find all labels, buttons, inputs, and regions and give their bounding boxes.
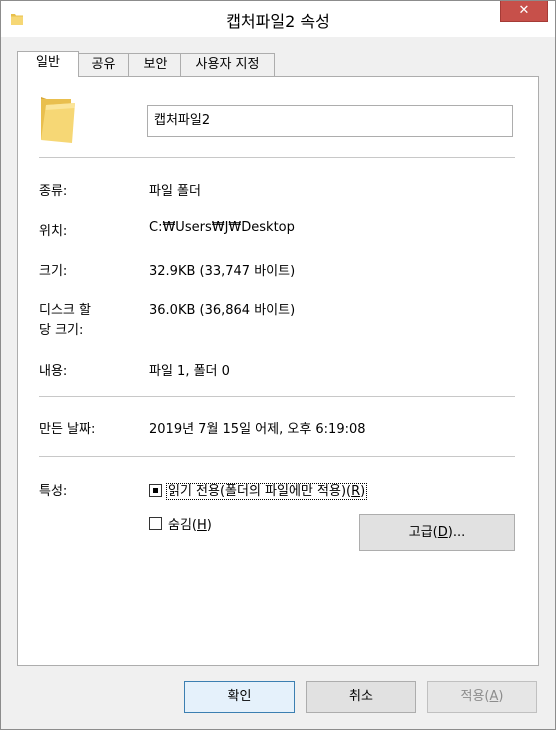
apply-text-end: ) [498,689,504,704]
hidden-label[interactable]: 숨김(H) [168,514,212,533]
separator [39,157,515,158]
attributes-label: 특성: [39,484,68,499]
cancel-button[interactable]: 취소 [306,681,416,713]
general-panel [17,76,539,666]
tab-customize[interactable]: 사용자 지정 [180,53,275,76]
type-label: 종류: [39,184,68,199]
readonly-text-end: ) [360,484,366,499]
ok-button[interactable]: 확인 [184,681,295,713]
cancel-label: 취소 [349,689,373,704]
folder-icon [37,95,77,149]
created-label: 만든 날짜: [39,422,96,437]
disk-size-label-line2: 당 크기: [39,323,84,338]
ok-label: 확인 [227,689,252,704]
advanced-button[interactable]: 고급(D)... [359,514,515,551]
indeterminate-mark [153,488,158,493]
apply-button[interactable]: 적용(A) [427,681,537,713]
readonly-accesskey: R [351,484,361,499]
tab-general-label: 일반 [36,55,60,70]
size-value: 32.9KB (33,747 바이트) [149,264,296,279]
tab-customize-label: 사용자 지정 [195,57,260,72]
tab-sharing[interactable]: 공유 [76,53,131,76]
size-label: 크기: [39,264,68,279]
hidden-text: 숨김( [168,518,197,533]
tab-general[interactable]: 일반 [17,51,79,77]
advanced-text-end: )... [447,525,466,540]
advanced-accesskey: D [437,525,448,540]
apply-text: 적용( [460,689,490,704]
folder-name-input[interactable]: 캡처파일2 [147,105,513,137]
close-icon: ✕ [518,3,530,18]
contains-value: 파일 1, 폴더 0 [149,364,230,379]
location-label: 위치: [39,224,68,239]
readonly-text: 읽기 전용(폴더의 파일에만 적용)( [168,484,352,499]
type-value: 파일 폴더 [149,184,201,199]
separator [39,456,515,457]
advanced-text: 고급( [408,525,438,540]
hidden-accesskey: H [197,518,207,533]
window-title: 캡처파일2 속성 [226,12,330,31]
contains-label: 내용: [39,364,68,379]
properties-window: 캡처파일2 속성 ✕ 일반 공유 보안 사용자 지정 캡처파일2 종류: 파일 … [0,0,556,730]
tab-sharing-label: 공유 [91,57,116,72]
location-value: C:₩Users₩J₩Desktop [149,220,295,235]
disk-size-label-line1: 디스크 할 [39,303,91,318]
title-bar[interactable]: 캡처파일2 속성 ✕ [1,1,555,37]
hidden-text-end: ) [206,518,212,533]
focus-outline: 읽기 전용(폴더의 파일에만 적용)(R) [166,483,368,500]
hidden-checkbox[interactable] [149,517,162,530]
close-button[interactable]: ✕ [500,1,548,22]
created-value: 2019년 7월 15일 어제, 오후 6:19:08 [149,422,366,437]
separator [39,396,515,397]
tab-security[interactable]: 보안 [128,53,183,76]
readonly-label[interactable]: 읽기 전용(폴더의 파일에만 적용)(R) [166,480,368,500]
disk-size-value: 36.0KB (36,864 바이트) [149,303,296,318]
tab-security-label: 보안 [143,57,168,72]
readonly-checkbox[interactable] [149,484,162,497]
